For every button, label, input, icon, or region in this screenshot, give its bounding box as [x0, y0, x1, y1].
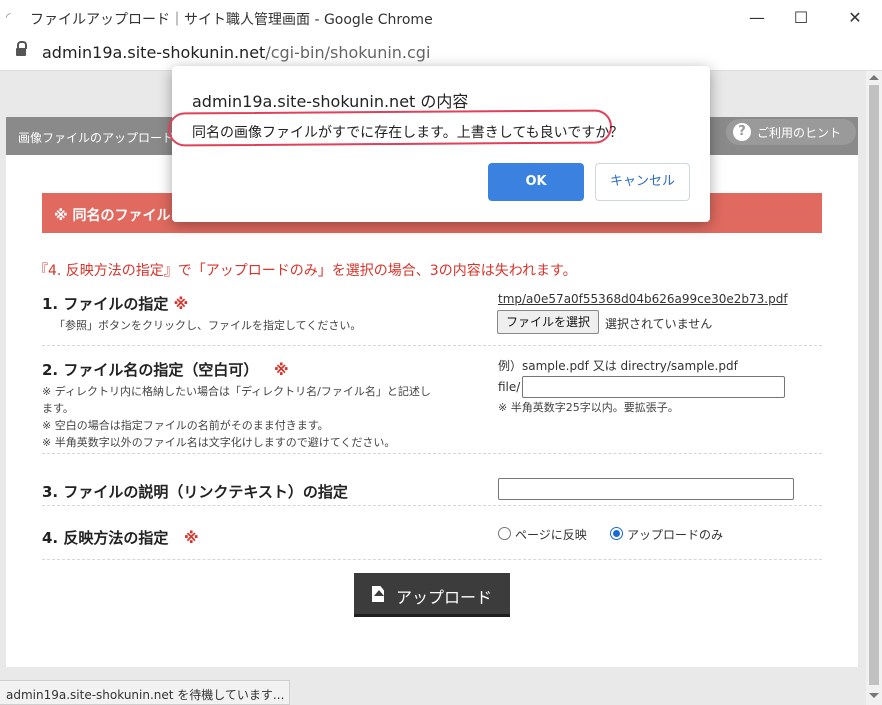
confirm-dialog: admin19a.site-shokunin.net の内容 同名の画像ファイル… — [167, 66, 710, 222]
radio-upload-only[interactable] — [610, 527, 623, 540]
row-divider — [42, 505, 822, 506]
file-row-desc: 「参照」ボタンをクリックし、ファイルを指定してください。 — [54, 319, 362, 332]
method-notice: 『4. 反映方法の指定』で「アップロードのみ」を選択の場合、3の内容は失われます… — [34, 263, 577, 279]
cancel-button[interactable]: キャンセル — [595, 163, 690, 201]
chrome-app-icon: ◜ — [6, 10, 11, 24]
required-mark: ※ — [274, 361, 289, 379]
upload-button[interactable]: アップロード — [354, 573, 510, 617]
status-text: admin19a.site-shokunin.net を待機しています... — [6, 688, 285, 702]
filename-desc-4: ※ 半角英数字以外のファイル名は文字化けしますので避けてください。 — [42, 436, 396, 449]
required-mark: ※ — [184, 529, 199, 547]
filename-desc-2: ます。 — [42, 402, 74, 415]
row-divider — [42, 453, 822, 454]
close-window-button[interactable]: ✕ — [830, 0, 880, 36]
method-row-title: 4. 反映方法の指定 ※ — [42, 529, 199, 547]
file-row-title: 1. ファイルの指定 ※ — [42, 295, 189, 313]
window-title: ファイルアップロード｜サイト職人管理画面 - Google Chrome — [30, 12, 433, 28]
scrollbar-thumb[interactable] — [869, 85, 879, 685]
maximize-button[interactable]: ☐ — [776, 0, 826, 36]
filename-rule: ※ 半角英数字25字以内。要拡張子。 — [498, 401, 679, 414]
filename-desc-1: ※ ディレクトリ内に格納したい場合は「ディレクトリ名/ファイル名」と記述し — [42, 385, 431, 398]
scroll-up-icon[interactable] — [869, 75, 879, 80]
filename-input[interactable] — [522, 376, 785, 398]
section-tab-label: 画像ファイルのアップロード — [18, 131, 175, 145]
description-row-title: 3. ファイルの説明（リンクテキスト）の指定 — [42, 483, 348, 501]
upload-file-icon — [372, 586, 386, 603]
vertical-scrollbar[interactable] — [866, 71, 882, 705]
current-file-link[interactable]: tmp/a0e57a0f55368d04b626a99ce30e2b73.pdf — [498, 292, 788, 306]
row-divider — [42, 345, 822, 346]
window-titlebar: ◜ ファイルアップロード｜サイト職人管理画面 - Google Chrome —… — [0, 0, 882, 37]
dialog-title: admin19a.site-shokunin.net の内容 — [192, 92, 469, 111]
usage-hint-button[interactable]: ? ご利用のヒント — [726, 117, 858, 149]
minimize-button[interactable]: — — [732, 0, 782, 36]
url-text[interactable]: admin19a.site-shokunin.net/cgi-bin/shoku… — [42, 43, 430, 62]
link-text-input[interactable] — [498, 478, 794, 500]
status-bar: admin19a.site-shokunin.net を待機しています... — [0, 680, 290, 705]
filename-example: 例）sample.pdf 又は directry/sample.pdf — [498, 359, 738, 373]
duplicate-warning-text: ※ 同名のファイル — [54, 208, 171, 224]
lock-icon[interactable] — [16, 41, 27, 56]
filename-prefix: file/ — [498, 380, 521, 394]
radio-upload-only-label[interactable]: アップロードのみ — [627, 526, 723, 543]
scroll-down-icon[interactable] — [869, 693, 879, 698]
no-file-selected-text: 選択されていません — [605, 317, 713, 331]
ok-button[interactable]: OK — [488, 163, 584, 201]
question-icon: ? — [733, 123, 751, 141]
usage-hint-label: ご利用のヒント — [757, 126, 842, 140]
radio-page-reflect-label[interactable]: ページに反映 — [515, 526, 587, 543]
required-mark: ※ — [173, 295, 189, 313]
filename-desc-3: ※ 空白の場合は指定ファイルの名前がそのまま付きます。 — [42, 419, 329, 432]
upload-button-label: アップロード — [396, 588, 493, 607]
row-divider — [42, 559, 822, 560]
choose-file-button[interactable]: ファイルを選択 — [497, 310, 600, 334]
dialog-message: 同名の画像ファイルがすでに存在します。上書きしても良いですか？ — [192, 125, 624, 141]
upload-form-panel: ※ 同名のファイル 『4. 反映方法の指定』で「アップロードのみ」を選択の場合、… — [6, 155, 858, 667]
filename-row-title: 2. ファイル名の指定（空白可） ※ — [42, 361, 289, 379]
radio-page-reflect[interactable] — [498, 527, 511, 540]
